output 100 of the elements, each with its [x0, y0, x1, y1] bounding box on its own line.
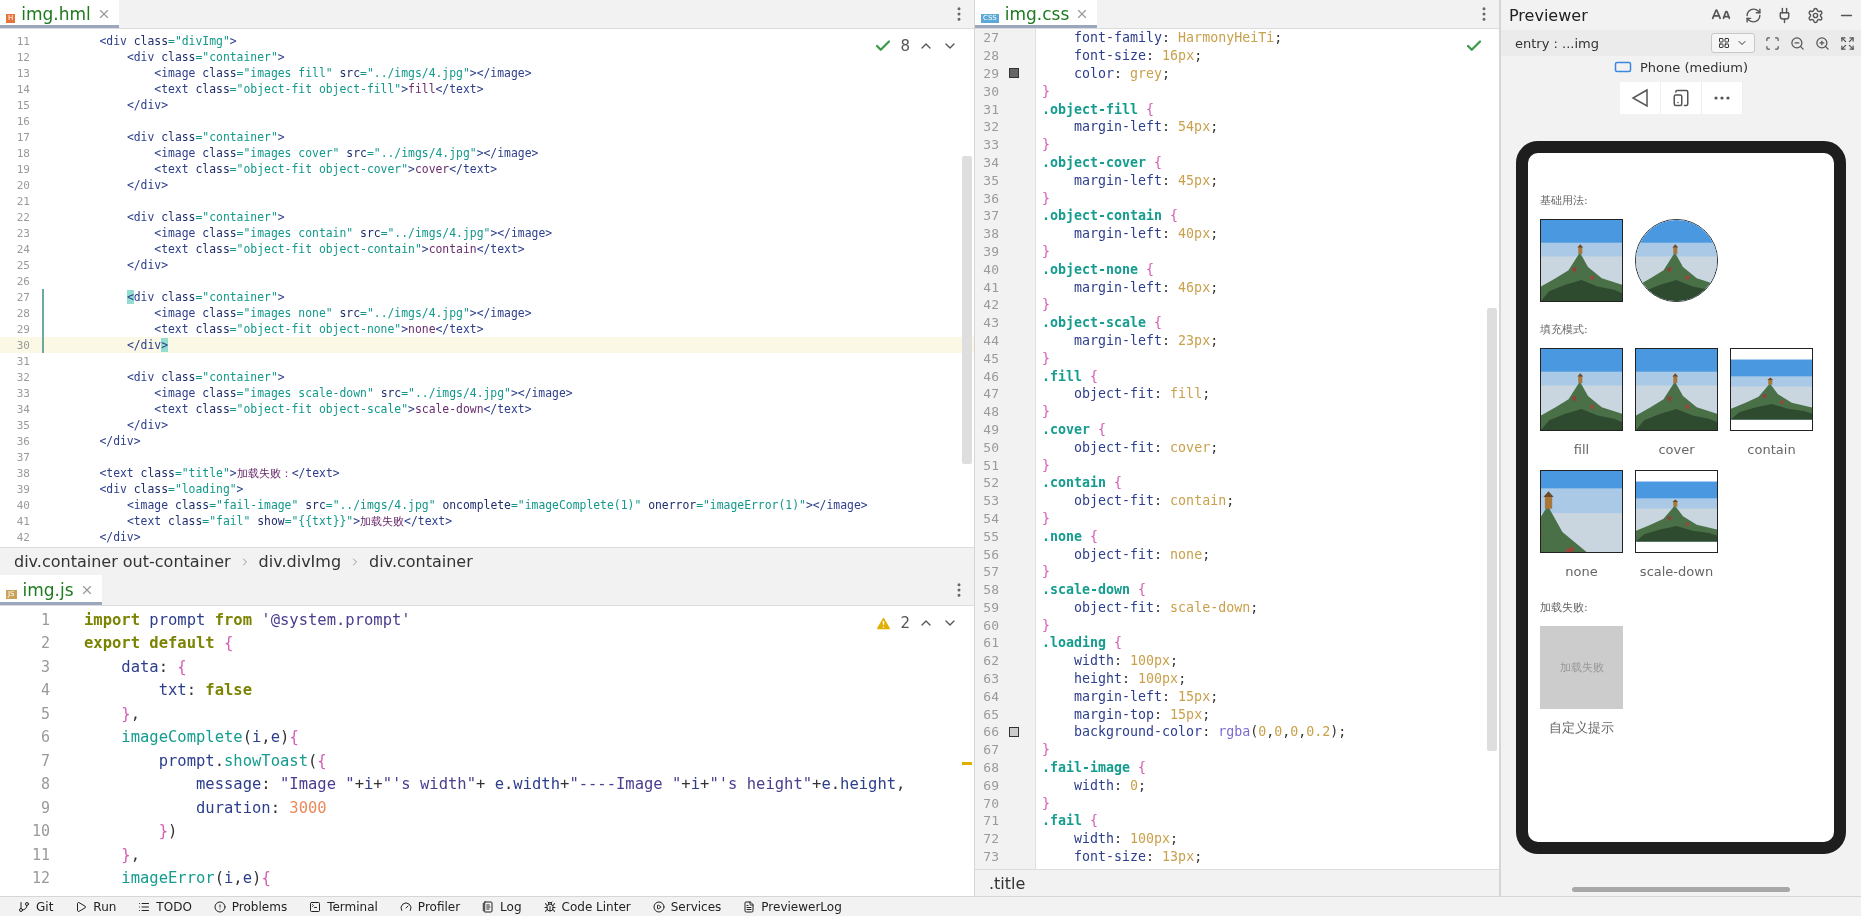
code-line: <image class="images fill" src="../imgs/4.jpg"></image> [153, 66, 532, 80]
code-line: margin-left: 15px; [1073, 688, 1219, 704]
code-line: font-size: 13px; [1073, 849, 1203, 865]
line-number: 59 [982, 598, 999, 617]
code-line: } [1041, 510, 1050, 526]
code-line: txt: false [157, 681, 252, 700]
breadcrumb-item[interactable]: div.container [369, 552, 473, 571]
breadcrumb-item[interactable]: .title [989, 873, 1026, 893]
code-line: .scale-down { [1041, 582, 1147, 598]
line-number: 29 [15, 321, 30, 337]
scrollbar-thumb[interactable] [962, 156, 972, 464]
code-line: } [1041, 137, 1050, 153]
line-number: 34 [982, 153, 999, 172]
line-number: 22 [15, 209, 30, 225]
tool-window-button[interactable]: Terminal [309, 899, 378, 914]
line-number: 6 [39, 727, 50, 749]
code-line: height: 100px; [1073, 671, 1187, 687]
line-number: 30 [982, 82, 999, 101]
tool-window-button[interactable]: Profiler [399, 899, 461, 914]
code-line: .cover { [1041, 421, 1107, 437]
line-number: 41 [982, 278, 999, 296]
scrollbar-thumb[interactable] [1487, 308, 1497, 751]
color-swatch[interactable] [1009, 726, 1019, 737]
settings-icon[interactable] [1807, 6, 1824, 24]
code-line: object-fit: fill; [1073, 386, 1211, 402]
code-line: .object-none { [1041, 261, 1155, 277]
code-line: font-size: 16px; [1073, 48, 1203, 64]
line-number: 50 [982, 438, 999, 457]
code-line: <div class="container"> [125, 210, 285, 224]
line-number: 48 [982, 403, 999, 421]
code-line: margin-left: 45px; [1073, 172, 1219, 188]
tool-window-button[interactable]: PreviewerLog [743, 899, 842, 914]
line-number: 36 [982, 189, 999, 207]
tool-window-button[interactable]: Git [18, 899, 54, 914]
line-number: 5 [39, 703, 50, 725]
line-number: 40 [15, 497, 30, 513]
list-icon [138, 900, 151, 913]
line-number: 9 [39, 797, 50, 819]
breadcrumb-item[interactable]: div.container out-container [14, 552, 231, 571]
code-line: .fail-image { [1041, 760, 1147, 776]
code-line: } [1041, 404, 1050, 420]
code-line: <text class="title">加载失败：</text> [98, 465, 340, 481]
panel-title: Previewer [1509, 5, 1589, 25]
tool-window-button[interactable]: Services [652, 899, 722, 914]
code-line: background-color: rgba(0,0,0,0.2); [1073, 724, 1347, 740]
tool-window-button[interactable]: Problems [213, 899, 288, 914]
line-number: 64 [982, 687, 999, 706]
code-line: } [1041, 243, 1050, 259]
line-number: 32 [982, 118, 999, 136]
expand-icon[interactable] [1840, 35, 1855, 51]
zoom-in-icon[interactable] [1815, 35, 1830, 51]
line-number: 20 [15, 177, 30, 193]
code-line: <div class="divImg"> [98, 34, 237, 48]
terminal-icon [309, 900, 322, 913]
refresh-icon[interactable] [1745, 6, 1762, 24]
line-number: 38 [982, 225, 999, 243]
tool-window-button[interactable]: Code Linter [543, 899, 631, 914]
line-number: 49 [982, 420, 999, 439]
code-line: .fail { [1041, 813, 1099, 829]
layout-dropdown[interactable] [1711, 33, 1755, 53]
grid-icon [1718, 37, 1730, 49]
section-title: 基础用法: [1540, 193, 1589, 209]
tool-window-button[interactable]: Run [75, 899, 117, 914]
tab-label: img.hml [21, 4, 91, 24]
breadcrumb-item[interactable]: div.divImg [258, 552, 342, 571]
code-line: </div> [125, 418, 169, 432]
play-icon [75, 900, 88, 913]
image-caption: 自定义提示 [1549, 720, 1614, 736]
zoom-out-icon[interactable] [1790, 35, 1805, 51]
tool-window-button[interactable]: Log [482, 899, 522, 914]
code-line: }) [157, 822, 178, 841]
line-number: 11 [30, 844, 50, 866]
code-line: <text class="object-fit object-contain">contain</text> [153, 242, 525, 256]
line-number: 39 [15, 481, 30, 497]
code-line: }, [120, 704, 140, 723]
line-number: 46 [982, 367, 999, 385]
line-number: 18 [15, 145, 30, 161]
line-number: 41 [15, 513, 30, 529]
scrollbar-thumb[interactable] [1572, 887, 1790, 892]
device-name[interactable]: Phone (medium) [1640, 59, 1748, 75]
code-line: </div> [125, 178, 169, 192]
line-number: 31 [15, 353, 30, 369]
code-line: <text class="object-fit object-fill">fill</text> [153, 82, 484, 96]
bug-icon [543, 900, 556, 913]
line-number: 8 [39, 774, 50, 796]
code-line: object-fit: cover; [1073, 439, 1219, 455]
line-number: 40 [982, 260, 999, 279]
alert-icon [213, 900, 226, 913]
line-number: 67 [982, 741, 999, 759]
line-number: 35 [15, 417, 30, 433]
module-label: entry : ...img [1515, 35, 1600, 51]
line-number: 35 [982, 171, 999, 190]
line-number: 37 [15, 449, 30, 465]
line-number: 34 [15, 401, 30, 417]
frame-icon[interactable] [1765, 35, 1780, 51]
line-number: 62 [982, 652, 999, 670]
line-number: 55 [982, 527, 999, 546]
color-swatch[interactable] [1009, 68, 1019, 79]
code-line: </div> [125, 338, 169, 352]
tool-window-button[interactable]: TODO [138, 899, 192, 914]
